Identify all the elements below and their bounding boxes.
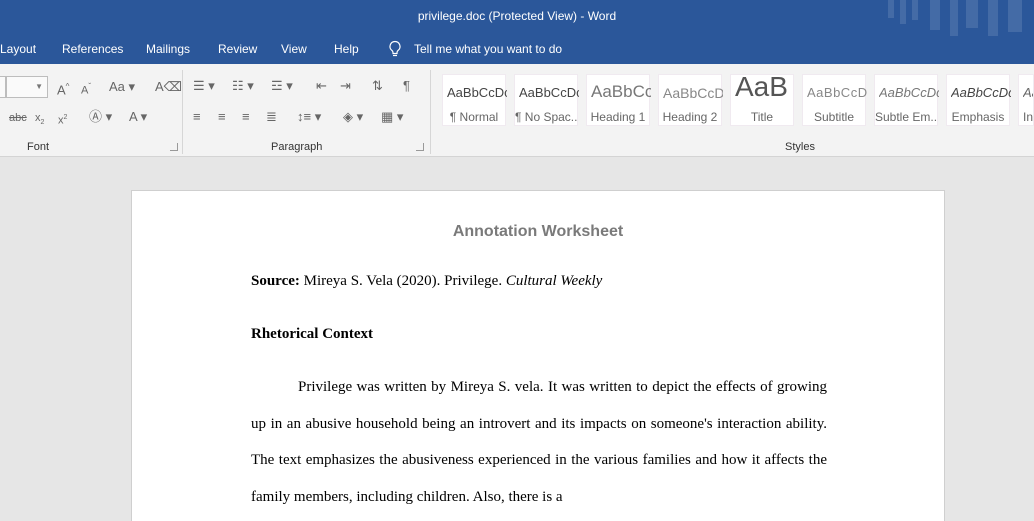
justify-icon[interactable]: ≣ [266, 109, 277, 125]
style-name: Emphasis [951, 110, 1005, 124]
font-group-label: Font [27, 141, 50, 153]
show-formatting-icon[interactable]: ¶ [403, 78, 410, 94]
increase-indent-icon[interactable]: ⇥ [340, 78, 351, 94]
title-bar: privilege.doc (Protected View) - Word [0, 0, 1034, 36]
style-sample: Aa [1023, 85, 1033, 100]
tab-view[interactable]: View [281, 42, 307, 56]
styles-group-label: Styles [785, 141, 815, 153]
paragraph-dialog-launcher-icon[interactable] [416, 143, 424, 151]
font-size-box[interactable]: ▼ [6, 76, 48, 98]
grow-font-icon[interactable]: A^ [57, 79, 69, 98]
font-color-icon[interactable]: A ▾ [129, 109, 147, 125]
style-intense-emphasis[interactable]: Aa In [1018, 74, 1034, 126]
style-name: Subtitle [813, 110, 855, 124]
titlebar-decoration [988, 0, 998, 36]
titlebar-decoration [912, 0, 918, 20]
titlebar-decoration [950, 0, 958, 36]
source-publication: Cultural Weekly [505, 273, 603, 289]
shrink-font-icon[interactable]: Aˇ [81, 79, 91, 99]
style-name: Subtle Em... [875, 110, 937, 124]
titlebar-decoration [966, 0, 978, 28]
multilevel-list-icon[interactable]: ☲ ▾ [271, 78, 293, 94]
tab-review[interactable]: Review [218, 42, 257, 56]
bullets-icon[interactable]: ☰ ▾ [193, 78, 215, 94]
style-sample: AaBbCcDc [951, 85, 1011, 100]
document-title: Annotation Worksheet [452, 223, 624, 240]
body-paragraph: Privilege was written by Mireya S. vela.… [251, 379, 827, 505]
align-right-icon[interactable]: ≡ [242, 109, 250, 125]
style-subtle-emphasis[interactable]: AaBbCcDc Subtle Em... [874, 74, 939, 126]
document-page[interactable]: Annotation Worksheet Source: Mireya S. V… [131, 190, 945, 521]
align-left-icon[interactable]: ≡ [193, 109, 201, 125]
numbering-icon[interactable]: ☷ ▾ [232, 78, 254, 94]
group-separator [430, 70, 431, 154]
clear-formatting-icon[interactable]: A⌫ [155, 79, 182, 95]
borders-icon[interactable]: ▦ ▾ [381, 109, 403, 125]
superscript-icon[interactable]: x2 [58, 110, 67, 129]
style-heading-1[interactable]: AaBbCc Heading 1 [586, 74, 651, 126]
lightbulb-icon[interactable] [388, 40, 402, 58]
titlebar-decoration [930, 0, 940, 30]
style-sample: AaBbCc [591, 82, 651, 101]
style-sample: AaBbCcDc [447, 85, 507, 100]
decrease-indent-icon[interactable]: ⇤ [316, 78, 327, 94]
tab-mailings[interactable]: Mailings [146, 42, 190, 56]
group-separator [182, 70, 183, 154]
style-no-spacing[interactable]: AaBbCcDc ¶ No Spac... [514, 74, 579, 126]
subscript-icon[interactable]: x2 [35, 110, 44, 131]
styles-gallery: AaBbCcDc ¶ Normal AaBbCcDc ¶ No Spac... … [442, 71, 1034, 130]
style-name: ¶ No Spac... [515, 110, 577, 124]
line-spacing-icon[interactable]: ↕≡ ▾ [297, 109, 321, 125]
section-heading: Rhetorical Context [251, 326, 374, 342]
style-sample: AaBbCcDc [879, 85, 939, 100]
tab-references[interactable]: References [62, 42, 123, 56]
style-name: Heading 1 [590, 110, 646, 124]
source-text: Mireya S. Vela (2020). Privilege. [299, 273, 506, 289]
style-title[interactable]: AaB Title [730, 71, 794, 126]
paragraph-group-label: Paragraph [271, 141, 323, 153]
source-line: Source: Mireya S. Vela (2020). Privilege… [251, 273, 602, 290]
ribbon-tabs: Layout References Mailings Review View H… [0, 36, 1034, 64]
source-label: Source: [251, 273, 300, 289]
style-sample: AaB [735, 71, 788, 102]
titlebar-decoration [900, 0, 906, 24]
change-case-icon[interactable]: Aa ▾ [109, 79, 135, 95]
style-heading-2[interactable]: AaBbCcD Heading 2 [658, 74, 723, 126]
style-name: ¶ Normal [449, 110, 499, 124]
ribbon: ▼ A^ Aˇ Aa ▾ A⌫ abc x2 x2 Ⓐ ▾ A ▾ Font ☰… [0, 64, 1034, 157]
window-title: privilege.doc (Protected View) - Word [417, 9, 617, 23]
style-sample: AaBbCcDc [519, 85, 579, 100]
document-canvas[interactable]: Annotation Worksheet Source: Mireya S. V… [0, 157, 1034, 521]
style-subtitle[interactable]: AaBbCcD Subtitle [802, 74, 867, 126]
text-effects-icon[interactable]: Ⓐ ▾ [89, 109, 112, 125]
style-name: In [1023, 110, 1033, 124]
style-sample: AaBbCcD [663, 85, 723, 101]
tell-me-search[interactable]: Tell me what you want to do [414, 42, 562, 56]
tab-layout[interactable]: Layout [0, 42, 36, 56]
font-dialog-launcher-icon[interactable] [170, 143, 178, 151]
sort-icon[interactable]: ⇅ [372, 78, 383, 94]
shading-icon[interactable]: ◈ ▾ [343, 109, 363, 125]
align-center-icon[interactable]: ≡ [218, 109, 226, 125]
titlebar-decoration [888, 0, 894, 18]
style-name: Heading 2 [662, 110, 718, 124]
style-sample: AaBbCcD [807, 85, 867, 100]
chevron-down-icon: ▼ [35, 82, 43, 91]
style-emphasis[interactable]: AaBbCcDc Emphasis [946, 74, 1011, 126]
titlebar-decoration [1008, 0, 1022, 32]
strikethrough-icon[interactable]: abc [9, 110, 27, 126]
style-normal[interactable]: AaBbCcDc ¶ Normal [442, 74, 507, 126]
style-name: Title [750, 110, 774, 124]
tab-help[interactable]: Help [334, 42, 359, 56]
